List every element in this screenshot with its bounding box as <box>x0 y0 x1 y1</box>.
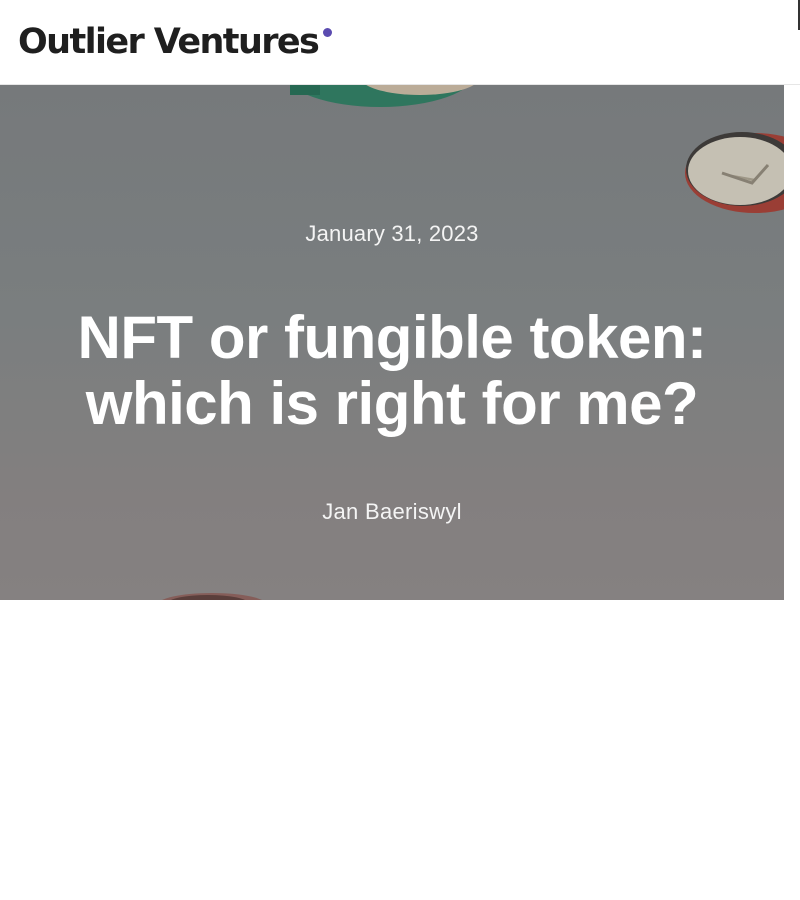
logo-dot-icon <box>323 28 333 37</box>
article-title: NFT or fungible token: which is right fo… <box>77 304 707 437</box>
article-author[interactable]: Jan Baeriswyl <box>0 499 784 525</box>
site-header: Outlier Ventures <box>0 0 800 85</box>
article-date: January 31, 2023 <box>305 221 479 246</box>
scrollbar-gutter <box>784 85 800 600</box>
article-hero: January 31, 2023 NFT or fungible token: … <box>0 85 784 600</box>
outlier-ventures-logo[interactable]: Outlier Ventures <box>18 18 333 66</box>
logo-text: Outlier Ventures <box>18 22 320 62</box>
